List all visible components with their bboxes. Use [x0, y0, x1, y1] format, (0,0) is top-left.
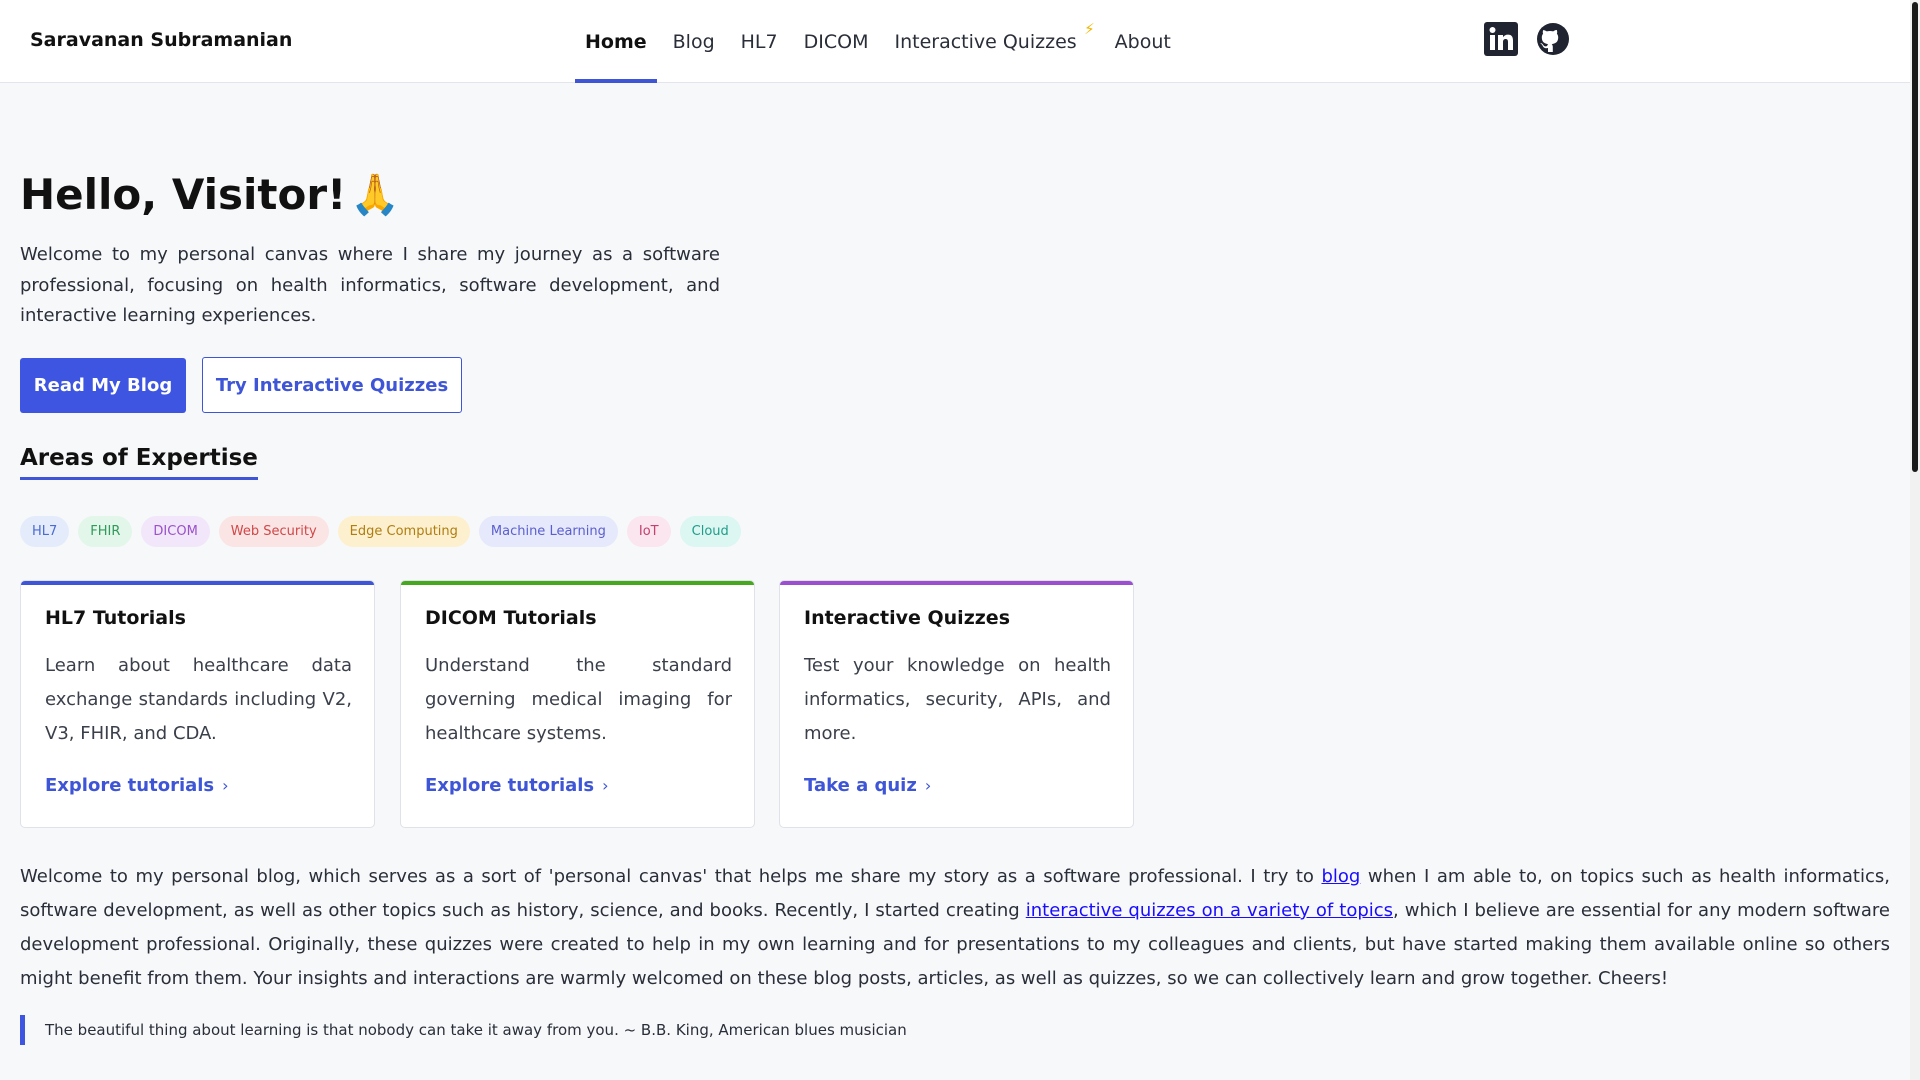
card-link-label: Explore tutorials	[45, 775, 215, 796]
expertise-tags: HL7 FHIR DICOM Web Security Edge Computi…	[20, 516, 741, 547]
quizzes-topics-link[interactable]: interactive quizzes on a variety of topi…	[1026, 900, 1393, 921]
praying-hands-icon: 🙏	[350, 172, 401, 218]
card-link-label: Explore tutorials	[425, 775, 595, 796]
scrollbar-thumb[interactable]	[1912, 2, 1918, 472]
linkedin-icon[interactable]	[1484, 22, 1518, 56]
card-accent-bar	[401, 581, 754, 585]
card-hl7-tutorials: HL7 Tutorials Learn about healthcare dat…	[20, 580, 375, 828]
github-icon[interactable]	[1536, 22, 1570, 56]
nav-interactive-quizzes[interactable]: Interactive Quizzes ⚡	[884, 0, 1094, 83]
chevron-right-icon: ›	[924, 776, 932, 795]
tag-iot[interactable]: IoT	[626, 516, 671, 547]
main-nav: Home Blog HL7 DICOM Interactive Quizzes …	[575, 0, 1187, 83]
card-description: Test your knowledge on health informatic…	[804, 655, 1111, 744]
read-my-blog-button[interactable]: Read My Blog	[20, 358, 186, 413]
about-paragraph: Welcome to my personal blog, which serve…	[20, 860, 1890, 996]
card-interactive-quizzes: Interactive Quizzes Test your knowledge …	[779, 580, 1134, 828]
chevron-right-icon: ›	[222, 776, 229, 795]
card-description: Understand the standard governing medica…	[425, 655, 732, 744]
card-title: HL7 Tutorials	[45, 607, 186, 629]
tag-hl7[interactable]: HL7	[20, 516, 70, 547]
card-accent-bar	[21, 581, 374, 585]
blockquote: The beautiful thing about learning is th…	[20, 1015, 907, 1045]
tag-edge-computing[interactable]: Edge Computing	[337, 516, 470, 547]
nav-home[interactable]: Home	[575, 0, 657, 83]
try-interactive-quizzes-button[interactable]: Try Interactive Quizzes	[202, 357, 462, 413]
areas-of-expertise-title: Areas of Expertise	[20, 445, 258, 480]
tag-cloud[interactable]: Cloud	[679, 516, 741, 547]
nav-interactive-quizzes-label: Interactive Quizzes	[894, 30, 1077, 53]
site-header: Saravanan Subramanian Home Blog HL7 DICO…	[0, 0, 1910, 83]
lightning-bolt-icon: ⚡	[1084, 20, 1095, 38]
card-dicom-tutorials: DICOM Tutorials Understand the standard …	[400, 580, 755, 828]
tag-machine-learning[interactable]: Machine Learning	[478, 516, 618, 547]
card-link-label: Take a quiz	[804, 775, 917, 796]
explore-hl7-tutorials-link[interactable]: Explore tutorials ›	[45, 775, 229, 796]
card-title: Interactive Quizzes	[804, 607, 1011, 629]
nav-hl7[interactable]: HL7	[731, 0, 788, 83]
tag-web-security[interactable]: Web Security	[218, 516, 329, 547]
nav-about[interactable]: About	[1105, 0, 1181, 83]
nav-blog[interactable]: Blog	[663, 0, 725, 83]
hero-title-text: Hello, Visitor!	[20, 170, 347, 219]
card-description: Learn about healthcare data exchange sta…	[45, 655, 352, 744]
site-brand[interactable]: Saravanan Subramanian	[30, 0, 292, 80]
card-accent-bar	[780, 581, 1133, 585]
tag-dicom[interactable]: DICOM	[141, 516, 210, 547]
take-a-quiz-link[interactable]: Take a quiz ›	[804, 775, 931, 796]
about-text-1: Welcome to my personal blog, which serve…	[20, 866, 1322, 887]
card-title: DICOM Tutorials	[425, 607, 597, 629]
blog-link[interactable]: blog	[1321, 866, 1360, 887]
tag-fhir[interactable]: FHIR	[78, 516, 133, 547]
nav-dicom[interactable]: DICOM	[794, 0, 879, 83]
hero-title: Hello, Visitor! 🙏	[20, 170, 400, 219]
explore-dicom-tutorials-link[interactable]: Explore tutorials ›	[425, 775, 609, 796]
social-links	[1484, 22, 1570, 56]
chevron-right-icon: ›	[602, 776, 609, 795]
hero-intro: Welcome to my personal canvas where I sh…	[20, 244, 720, 326]
